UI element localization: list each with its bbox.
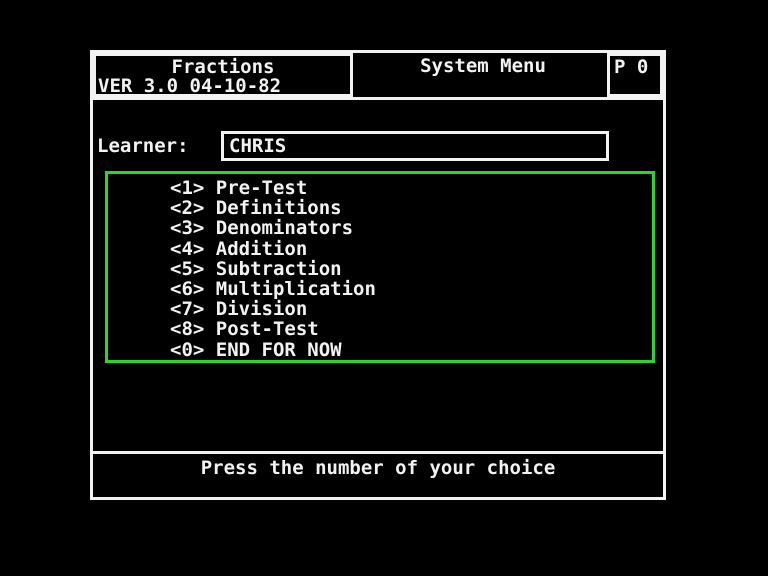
menu-key: <6> — [170, 278, 205, 301]
menu-key: <7> — [170, 298, 205, 321]
learner-name-field[interactable]: CHRIS — [221, 131, 609, 161]
menu-key: <0> — [170, 338, 205, 361]
menu-item-end-for-now[interactable]: <0> END FOR NOW — [108, 340, 652, 360]
main-menu: <1> Pre-Test <2> Definitions <3> Denomin… — [105, 171, 655, 363]
menu-item-multiplication[interactable]: <6> Multiplication — [108, 279, 652, 299]
menu-label: Addition — [215, 237, 308, 260]
menu-label: Denominators — [215, 217, 354, 240]
title-box: Fractions VER 3.0 04-10-82 — [93, 53, 353, 97]
menu-label: Definitions — [215, 197, 342, 220]
menu-label: Post-Test — [215, 318, 319, 341]
app-window: Fractions VER 3.0 04-10-82 System Menu P… — [90, 50, 666, 500]
menu-key: <2> — [170, 197, 205, 220]
menu-item-definitions[interactable]: <2> Definitions — [108, 198, 652, 218]
menu-label: Pre-Test — [215, 177, 308, 199]
page-indicator: P 0 — [607, 53, 663, 97]
menu-item-pre-test[interactable]: <1> Pre-Test — [108, 178, 652, 198]
learner-label: Learner: — [97, 135, 189, 157]
menu-label: END FOR NOW — [215, 338, 342, 361]
menu-key: <1> — [170, 177, 205, 199]
menu-key: <5> — [170, 257, 205, 280]
menu-item-subtraction[interactable]: <5> Subtraction — [108, 259, 652, 279]
menu-label: Multiplication — [215, 278, 376, 301]
status-prompt: Press the number of your choice — [93, 451, 663, 497]
screen-title: System Menu — [420, 55, 546, 77]
menu-key: <3> — [170, 217, 205, 240]
version-line: VER 3.0 04-10-82 — [98, 75, 282, 97]
menu-item-division[interactable]: <7> Division — [108, 299, 652, 319]
menu-label: Subtraction — [215, 257, 342, 280]
menu-key: <4> — [170, 237, 205, 260]
menu-key: <8> — [170, 318, 205, 341]
menu-item-addition[interactable]: <4> Addition — [108, 239, 652, 259]
menu-item-denominators[interactable]: <3> Denominators — [108, 218, 652, 238]
menu-item-post-test[interactable]: <8> Post-Test — [108, 319, 652, 339]
header-divider — [93, 97, 663, 100]
menu-label: Division — [215, 298, 308, 321]
